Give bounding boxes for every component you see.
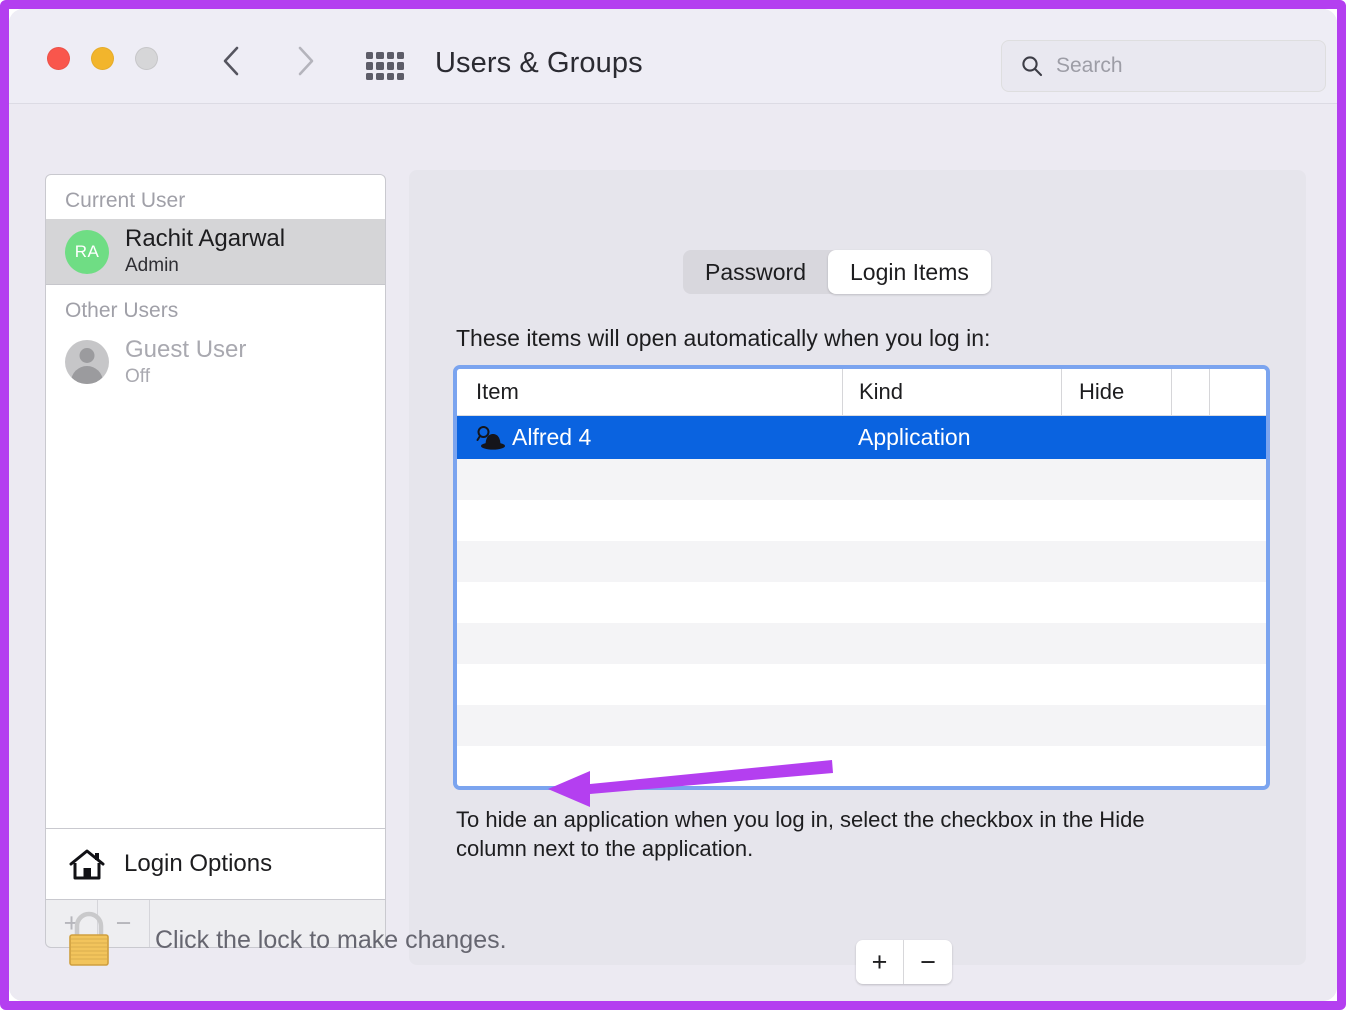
column-header-hide[interactable]: Hide bbox=[1061, 369, 1171, 415]
chevron-left-icon bbox=[223, 46, 238, 76]
column-header-spacer-2 bbox=[1209, 369, 1266, 415]
screenshot-root: Users & Groups Search Current User RA Ra… bbox=[0, 0, 1346, 1010]
system-preferences-window: Users & Groups Search Current User RA Ra… bbox=[9, 9, 1337, 1001]
login-item-buttons: + − bbox=[856, 940, 952, 984]
minimize-button[interactable] bbox=[91, 47, 114, 70]
close-button[interactable] bbox=[47, 47, 70, 70]
chevron-right-icon bbox=[298, 46, 313, 76]
user-meta: Rachit Agarwal Admin bbox=[125, 225, 286, 277]
table-header-row: Item Kind Hide bbox=[457, 369, 1266, 416]
search-icon bbox=[1022, 56, 1043, 77]
add-login-item-button[interactable]: + bbox=[856, 940, 904, 984]
alfred-app-icon bbox=[476, 425, 505, 450]
intro-text: These items will open automatically when… bbox=[456, 325, 991, 351]
cell-kind: Application bbox=[858, 424, 971, 450]
window-toolbar: Users & Groups Search bbox=[9, 9, 1337, 104]
table-row-empty bbox=[457, 500, 1266, 541]
tab-bar: Password Login Items bbox=[683, 250, 991, 294]
table-row-empty bbox=[457, 746, 1266, 786]
window-content: Current User RA Rachit Agarwal Admin Oth… bbox=[9, 104, 1337, 1001]
login-options-label: Login Options bbox=[124, 850, 273, 877]
sidebar-item-login-options[interactable]: Login Options bbox=[45, 829, 386, 900]
table-row[interactable]: Alfred 4 Application bbox=[457, 416, 1266, 459]
user-name: Rachit Agarwal bbox=[125, 225, 286, 253]
search-placeholder: Search bbox=[1056, 54, 1123, 77]
tab-password[interactable]: Password bbox=[683, 250, 828, 294]
item-name: Alfred 4 bbox=[512, 424, 592, 450]
table-row-empty bbox=[457, 623, 1266, 664]
page-title: Users & Groups bbox=[435, 47, 643, 79]
column-header-item[interactable]: Item bbox=[457, 369, 842, 415]
user-name: Guest User bbox=[125, 335, 247, 363]
search-field[interactable]: Search bbox=[1001, 40, 1326, 92]
lock-row[interactable]: Click the lock to make changes. bbox=[61, 909, 507, 971]
table-row-empty bbox=[457, 664, 1266, 705]
tab-login-items[interactable]: Login Items bbox=[827, 250, 991, 294]
group-label-other-users: Other Users bbox=[65, 299, 179, 322]
users-list: Current User RA Rachit Agarwal Admin Oth… bbox=[45, 174, 386, 829]
closed-padlock-icon[interactable] bbox=[61, 909, 117, 971]
user-role: Off bbox=[125, 365, 150, 387]
column-header-kind[interactable]: Kind bbox=[842, 369, 1061, 415]
table-row-empty bbox=[457, 705, 1266, 746]
remove-login-item-button[interactable]: − bbox=[904, 940, 952, 984]
cell-item: Alfred 4 bbox=[457, 424, 842, 451]
sidebar-item-guest-user[interactable]: Guest User Off bbox=[46, 329, 385, 395]
group-label-current-user: Current User bbox=[65, 189, 186, 212]
login-items-table[interactable]: Item Kind Hide Alfred 4 Application bbox=[453, 365, 1270, 790]
forward-button[interactable] bbox=[283, 39, 327, 83]
traffic-light-buttons bbox=[47, 47, 158, 70]
table-row-empty bbox=[457, 459, 1266, 500]
table-row-empty bbox=[457, 582, 1266, 623]
user-meta: Guest User Off bbox=[125, 335, 247, 387]
hide-hint-text: To hide an application when you log in, … bbox=[456, 807, 1145, 862]
avatar bbox=[65, 340, 109, 384]
home-icon bbox=[69, 849, 105, 880]
avatar: RA bbox=[65, 229, 109, 274]
zoom-button[interactable] bbox=[135, 47, 158, 70]
table-row-empty bbox=[457, 541, 1266, 582]
column-header-spacer-1 bbox=[1171, 369, 1209, 415]
show-all-preferences-icon[interactable] bbox=[366, 52, 404, 80]
login-items-panel: Password Login Items These items will op… bbox=[409, 170, 1306, 984]
back-button[interactable] bbox=[208, 39, 252, 83]
lock-label: Click the lock to make changes. bbox=[155, 925, 507, 954]
user-role: Admin bbox=[125, 255, 179, 277]
sidebar-item-rachit-agarwal[interactable]: RA Rachit Agarwal Admin bbox=[46, 219, 385, 285]
